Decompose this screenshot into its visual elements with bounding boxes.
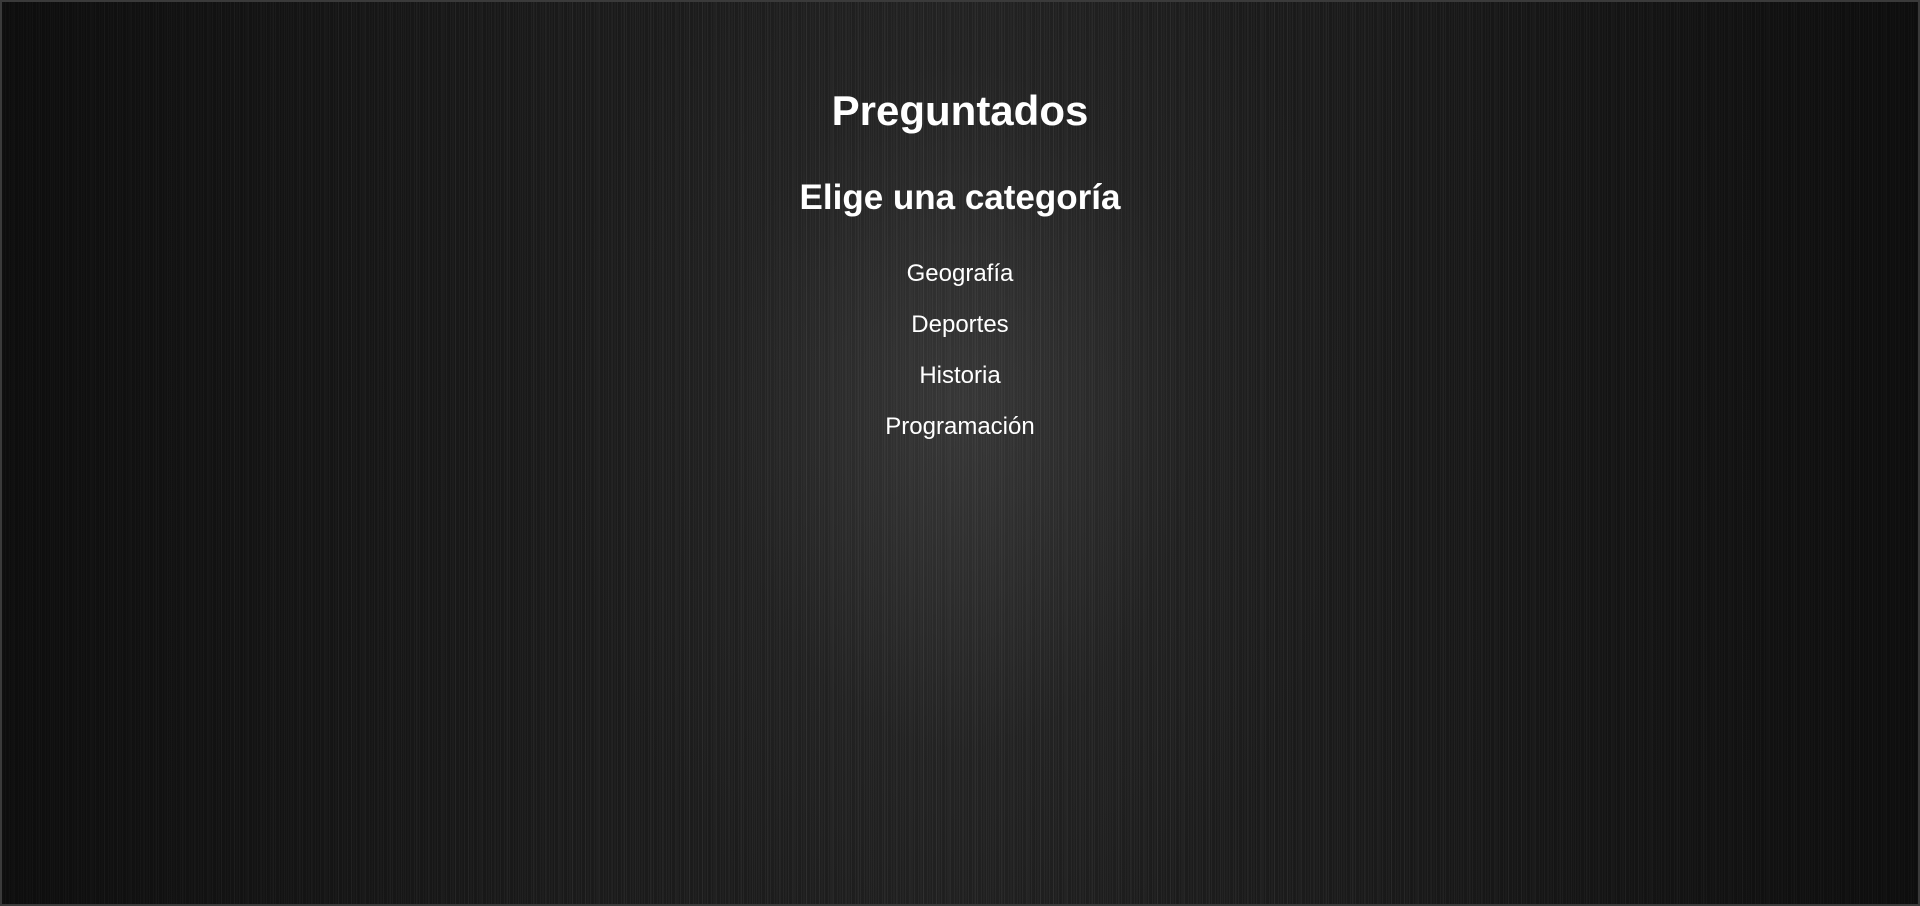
category-historia-link[interactable]: Historia	[919, 362, 1000, 389]
list-item: Historia	[0, 358, 1920, 409]
category-deportes-link[interactable]: Deportes	[911, 311, 1008, 338]
category-list: Geografía Deportes Historia Programación	[0, 256, 1920, 460]
app-title: Preguntados	[831, 87, 1089, 134]
category-geografia-link[interactable]: Geografía	[907, 260, 1014, 287]
category-heading: Elige una categoría	[799, 178, 1121, 217]
category-programacion-link[interactable]: Programación	[885, 413, 1034, 440]
list-item: Geografía	[0, 256, 1920, 307]
list-item: Programación	[0, 409, 1920, 460]
list-item: Deportes	[0, 307, 1920, 358]
